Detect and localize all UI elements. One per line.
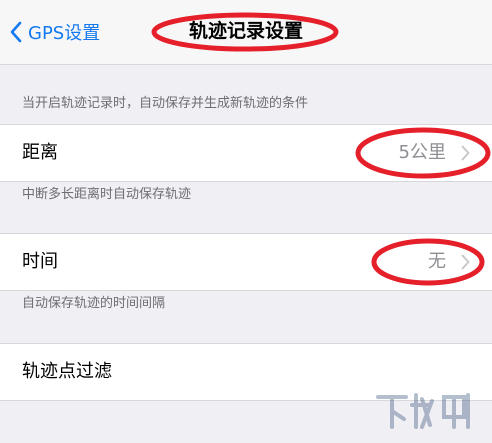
section-header: 当开启轨迹记录时，自动保存并生成新轨迹的条件 <box>22 96 309 111</box>
chevron-right-icon <box>461 254 470 270</box>
filter-label: 轨迹点过滤 <box>22 361 112 382</box>
filter-group: 轨迹点过滤 <box>0 343 492 401</box>
chevron-right-icon <box>461 145 470 161</box>
time-value: 无 <box>428 251 446 272</box>
time-group: 时间 无 <box>0 233 492 291</box>
page-title: 轨迹记录设置 <box>188 20 303 42</box>
time-label: 时间 <box>22 251 58 272</box>
distance-label: 距离 <box>22 142 58 163</box>
distance-row[interactable]: 距离 5公里 <box>0 125 492 181</box>
navigation-bar: GPS设置 轨迹记录设置 <box>0 0 492 65</box>
distance-value: 5公里 <box>398 142 446 163</box>
filter-row[interactable]: 轨迹点过滤 <box>0 344 492 400</box>
time-footer: 自动保存轨迹的时间间隔 <box>22 296 166 311</box>
distance-footer: 中断多长距离时自动保存轨迹 <box>22 187 192 202</box>
time-row[interactable]: 时间 无 <box>0 234 492 290</box>
distance-group: 距离 5公里 <box>0 124 492 182</box>
